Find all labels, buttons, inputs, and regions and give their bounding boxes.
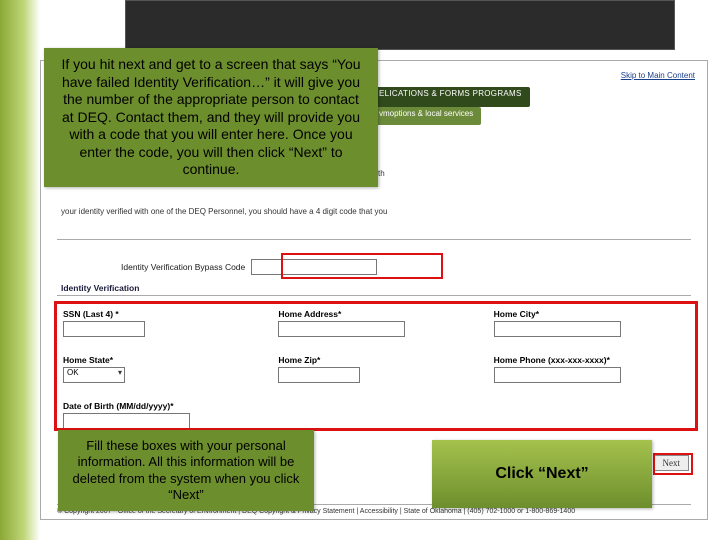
field-city: Home City*	[494, 309, 685, 337]
main-nav[interactable]: ELICATIONS & FORMS PROGRAMS	[371, 87, 530, 107]
field-phone: Home Phone (xxx-xxx-xxxx)*	[494, 355, 685, 383]
state-label: Home State*	[63, 355, 254, 365]
field-state: Home State* OK	[63, 355, 254, 383]
phone-input[interactable]	[494, 367, 621, 383]
zip-input[interactable]	[278, 367, 360, 383]
slide-title-banner	[125, 0, 675, 50]
skip-link[interactable]: Skip to Main Content	[621, 71, 695, 80]
state-select[interactable]: OK	[63, 367, 125, 383]
bypass-code-input[interactable]	[251, 259, 377, 275]
phone-label: Home Phone (xxx-xxx-xxxx)*	[494, 355, 685, 365]
dob-input[interactable]	[63, 413, 190, 429]
ssn-label: SSN (Last 4) *	[63, 309, 254, 319]
section-title: Identity Verification	[61, 283, 139, 293]
field-dob: Date of Birth (MM/dd/yyyy)*	[63, 401, 254, 429]
bypass-row: Identity Verification Bypass Code	[121, 259, 377, 275]
field-zip: Home Zip*	[278, 355, 469, 383]
bypass-label: Identity Verification Bypass Code	[121, 262, 245, 272]
identity-form: SSN (Last 4) * Home Address* Home City* …	[63, 309, 685, 429]
field-address: Home Address*	[278, 309, 469, 337]
intro-text-2: your identity verified with one of the D…	[61, 207, 687, 216]
address-label: Home Address*	[278, 309, 469, 319]
callout-top: If you hit next and get to a screen that…	[44, 48, 378, 187]
callout-bottom-right: Click “Next”	[432, 440, 652, 508]
zip-label: Home Zip*	[278, 355, 469, 365]
city-input[interactable]	[494, 321, 621, 337]
divider	[57, 295, 691, 296]
divider	[57, 239, 691, 240]
slide-left-accent	[0, 0, 40, 540]
ssn-input[interactable]	[63, 321, 145, 337]
next-button[interactable]: Next	[654, 455, 690, 471]
field-ssn: SSN (Last 4) *	[63, 309, 254, 337]
address-input[interactable]	[278, 321, 405, 337]
city-label: Home City*	[494, 309, 685, 319]
callout-bottom-left: Fill these boxes with your personal info…	[58, 430, 314, 511]
sub-nav[interactable]: vmoptions & local services	[371, 107, 481, 125]
dob-label: Date of Birth (MM/dd/yyyy)*	[63, 401, 254, 411]
